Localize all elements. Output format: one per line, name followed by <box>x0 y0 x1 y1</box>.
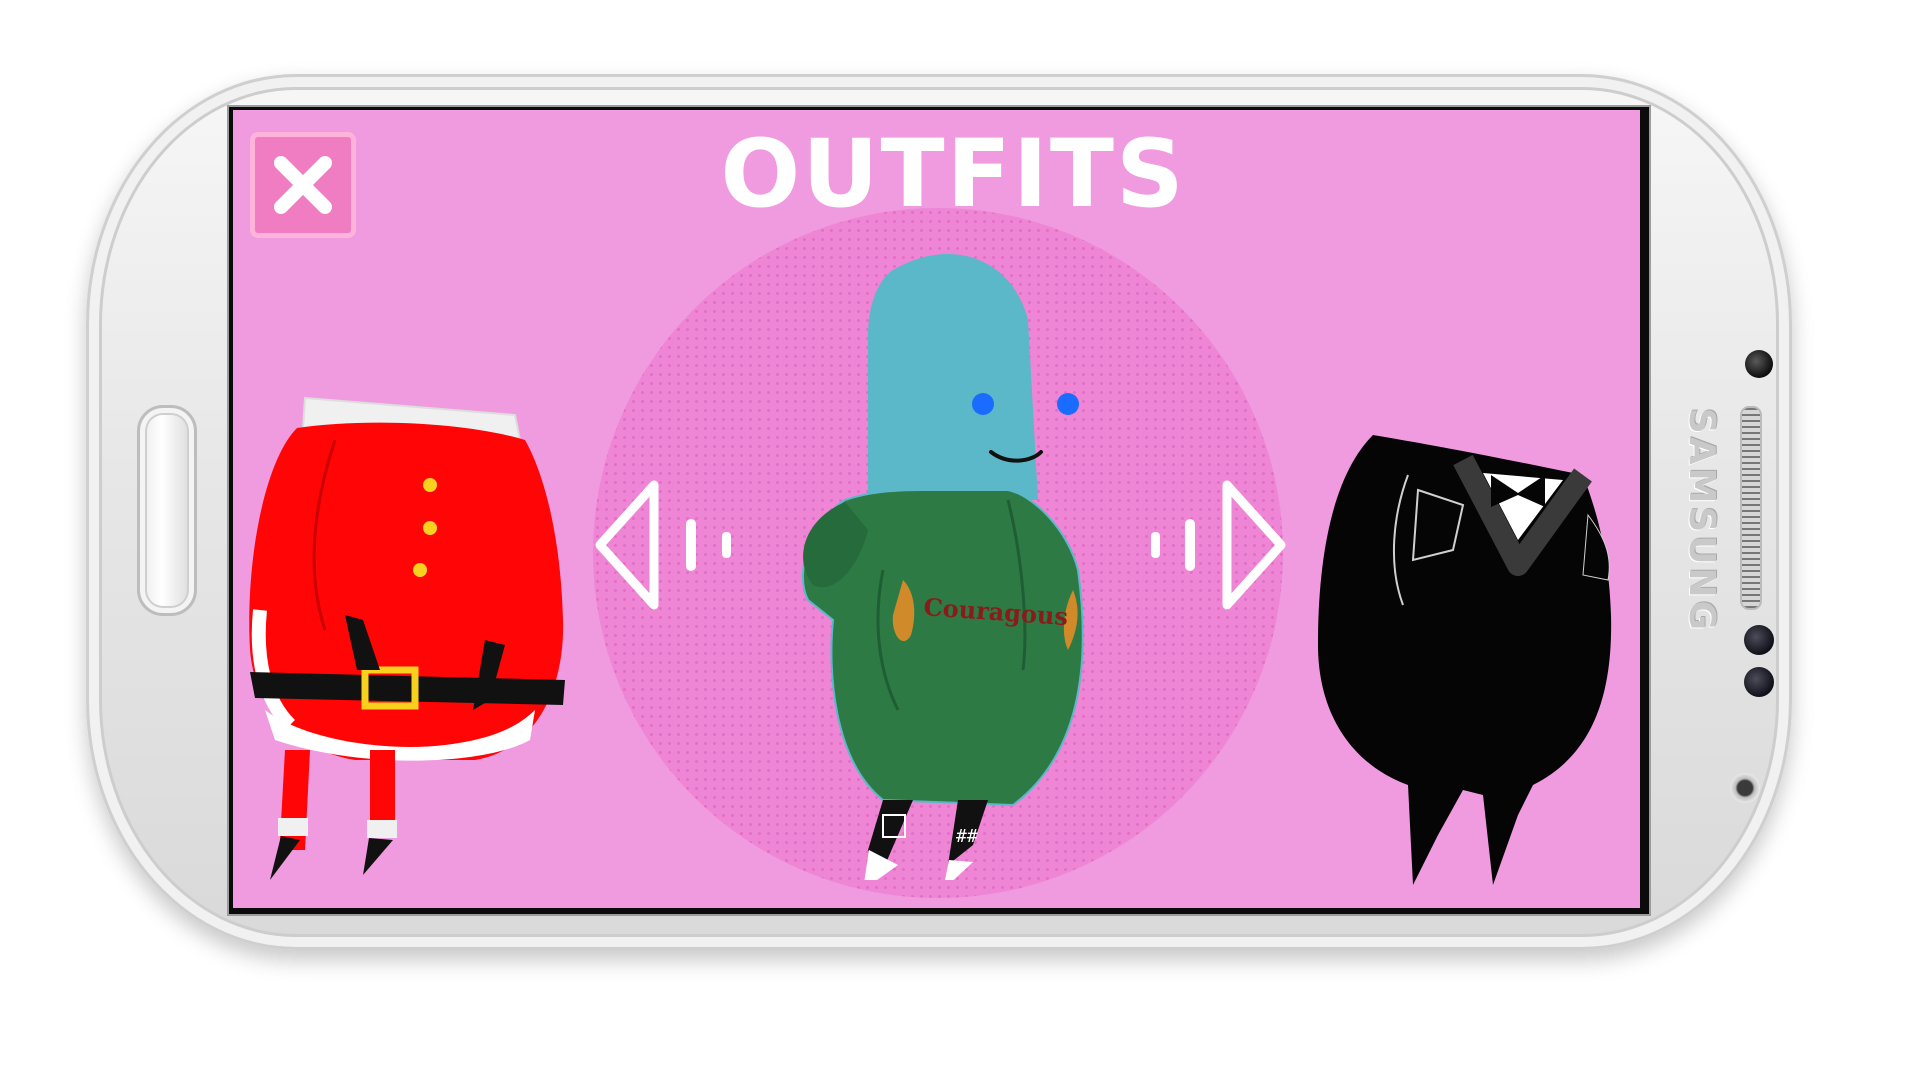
chevron-left-icon[interactable] <box>592 475 742 615</box>
svg-text:##: ## <box>956 826 978 847</box>
outfit-option-tuxedo[interactable] <box>1313 415 1640 895</box>
light-sensor <box>1744 667 1774 697</box>
phone-brand-label: SAMSUNG <box>1681 407 1723 633</box>
microphone <box>1730 773 1760 803</box>
game-screen: OUTFITS Couragous ## <box>233 110 1640 908</box>
front-camera <box>1745 350 1773 378</box>
speaker-grill <box>1740 406 1762 610</box>
outfit-option-santa[interactable] <box>245 380 585 880</box>
close-button[interactable] <box>250 132 356 238</box>
close-icon <box>274 156 332 214</box>
chevron-right-icon[interactable] <box>1139 475 1289 615</box>
proximity-sensor <box>1744 625 1774 655</box>
selected-outfit-character: Couragous ## <box>801 254 1084 880</box>
home-button[interactable] <box>137 405 197 616</box>
